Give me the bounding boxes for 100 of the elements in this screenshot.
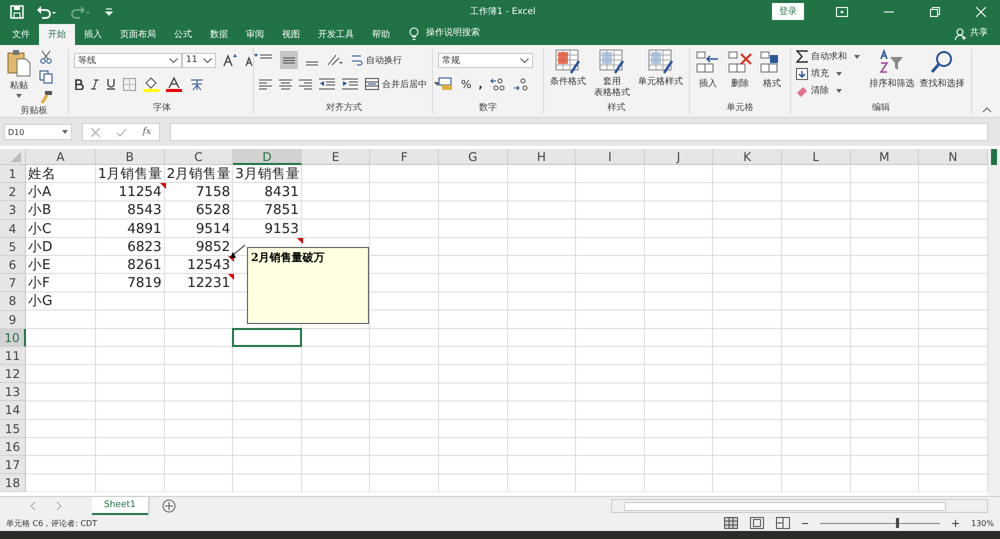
increase-indent-icon[interactable] [342, 78, 358, 90]
formula-input[interactable] [170, 123, 988, 141]
find-select-button[interactable]: 查找和选择 [918, 48, 966, 91]
cell-action-button[interactable]: 插入 [695, 48, 721, 91]
comma-button[interactable]: , [478, 78, 483, 90]
customize-icon[interactable] [104, 6, 114, 16]
phonetic-icon[interactable] [189, 77, 205, 91]
column-header[interactable]: L [782, 149, 851, 165]
row-header[interactable]: 9 [0, 310, 26, 329]
menu-tab[interactable]: 开发工具 [309, 24, 363, 45]
menu-tab[interactable]: 视图 [273, 24, 309, 45]
sign-in-button[interactable]: 登录 [772, 3, 804, 20]
font-name-dropdown[interactable]: 等线 [74, 52, 182, 68]
merge-center-button[interactable]: 合并后居中 [365, 78, 440, 90]
increase-decimal-icon[interactable] [490, 77, 506, 91]
style-button[interactable]: 条件格式 [549, 48, 588, 89]
column-header[interactable]: E [302, 149, 370, 165]
zoom-slider-thumb[interactable] [896, 518, 899, 528]
menu-tab[interactable]: 文件 [3, 24, 39, 45]
zoom-in-icon[interactable] [952, 520, 960, 526]
clear-button[interactable]: 清除 [796, 84, 866, 97]
menu-tab[interactable]: 公式 [165, 24, 201, 45]
style-button[interactable]: 单元格样式 [637, 48, 684, 89]
row-header[interactable]: 7 [0, 274, 26, 292]
menu-tab[interactable]: 插入 [75, 24, 111, 45]
wrap-text-button[interactable]: 自动换行 [351, 53, 402, 67]
row-header[interactable]: 10 [0, 328, 26, 347]
collapse-ribbon-icon[interactable] [982, 107, 992, 113]
row-header[interactable]: 15 [0, 420, 26, 438]
column-header[interactable]: D [233, 149, 302, 165]
italic-icon[interactable] [91, 78, 99, 90]
zoom-level[interactable]: 130% [971, 518, 994, 528]
bold-icon[interactable] [74, 78, 84, 90]
checkmark-icon[interactable] [116, 128, 127, 136]
menu-tab[interactable]: 开始 [39, 24, 75, 45]
column-header[interactable]: I [576, 149, 645, 165]
save-icon[interactable] [10, 4, 24, 18]
format-painter-icon[interactable] [39, 90, 53, 104]
cell-action-button[interactable]: 格式 [759, 48, 785, 91]
fill-button[interactable]: 填充 [796, 67, 866, 80]
underline-icon[interactable] [106, 78, 116, 90]
column-header[interactable]: J [644, 149, 714, 165]
column-header[interactable]: A [26, 149, 96, 165]
row-header[interactable]: 3 [0, 201, 26, 220]
menu-tab[interactable]: 数据 [201, 24, 237, 45]
insert-function-button[interactable]: fx [142, 127, 152, 137]
search-field[interactable]: 操作说明搜索 [426, 26, 480, 39]
borders-icon[interactable] [123, 78, 136, 90]
row-header[interactable]: 1 [0, 165, 26, 184]
zoom-slider[interactable] [820, 518, 940, 528]
ribbon-display-icon[interactable] [836, 6, 848, 16]
align-center-icon[interactable] [279, 78, 292, 90]
style-button[interactable]: 套用 表格格式 [593, 48, 632, 100]
row-header[interactable]: 8 [0, 292, 26, 310]
undo-icon[interactable] [36, 4, 58, 18]
share-button[interactable]: 共享 [970, 26, 988, 39]
row-header[interactable]: 16 [0, 438, 26, 456]
person-icon[interactable] [955, 28, 967, 41]
vertical-scrollbar[interactable] [988, 149, 1000, 496]
row-header[interactable]: 4 [0, 220, 26, 238]
menu-tab[interactable]: 帮助 [363, 24, 399, 45]
row-header[interactable]: 5 [0, 238, 26, 256]
column-header[interactable]: B [96, 149, 165, 165]
font-color-icon[interactable] [166, 76, 182, 92]
column-header[interactable]: H [508, 149, 576, 165]
horizontal-scrollbar[interactable] [611, 499, 988, 513]
column-header[interactable]: N [919, 149, 988, 165]
percent-button[interactable]: % [461, 78, 472, 90]
fill-color-icon[interactable] [143, 76, 159, 92]
menu-tab[interactable]: 页面布局 [111, 24, 165, 45]
sort-filter-button[interactable]: 排序和筛选 [868, 48, 916, 91]
page-break-icon[interactable] [776, 517, 790, 529]
row-header[interactable]: 14 [0, 401, 26, 420]
close-icon[interactable] [976, 6, 986, 16]
column-header[interactable]: C [164, 149, 234, 165]
column-header[interactable]: G [438, 149, 508, 165]
page-layout-icon[interactable] [750, 517, 764, 529]
column-header[interactable]: F [370, 149, 439, 165]
cell-action-button[interactable]: 删除 [727, 48, 753, 91]
middle-align-icon[interactable] [280, 51, 298, 69]
orientation-icon[interactable] [326, 53, 344, 67]
number-format-dropdown[interactable]: 常规 [438, 52, 533, 68]
restore-icon[interactable] [930, 6, 940, 16]
decrease-decimal-icon[interactable] [512, 77, 529, 91]
copy-icon[interactable] [39, 70, 53, 84]
decrease-indent-icon[interactable] [319, 78, 335, 90]
font-size-dropdown[interactable]: 11 [182, 52, 216, 68]
row-header[interactable]: 12 [0, 365, 26, 384]
currency-icon[interactable] [438, 77, 454, 91]
row-header[interactable]: 6 [0, 256, 26, 274]
add-sheet-icon[interactable] [162, 499, 176, 513]
normal-view-icon[interactable] [724, 517, 738, 529]
autosum-button[interactable]: 自动求和 [796, 50, 866, 63]
column-header[interactable]: M [850, 149, 920, 165]
row-header[interactable]: 17 [0, 456, 26, 474]
shrink-font-icon[interactable] [244, 53, 258, 67]
grow-font-icon[interactable] [223, 53, 237, 67]
paste-button[interactable]: 粘贴 [5, 48, 33, 99]
row-header[interactable]: 11 [0, 346, 26, 366]
row-header[interactable]: 13 [0, 383, 26, 402]
